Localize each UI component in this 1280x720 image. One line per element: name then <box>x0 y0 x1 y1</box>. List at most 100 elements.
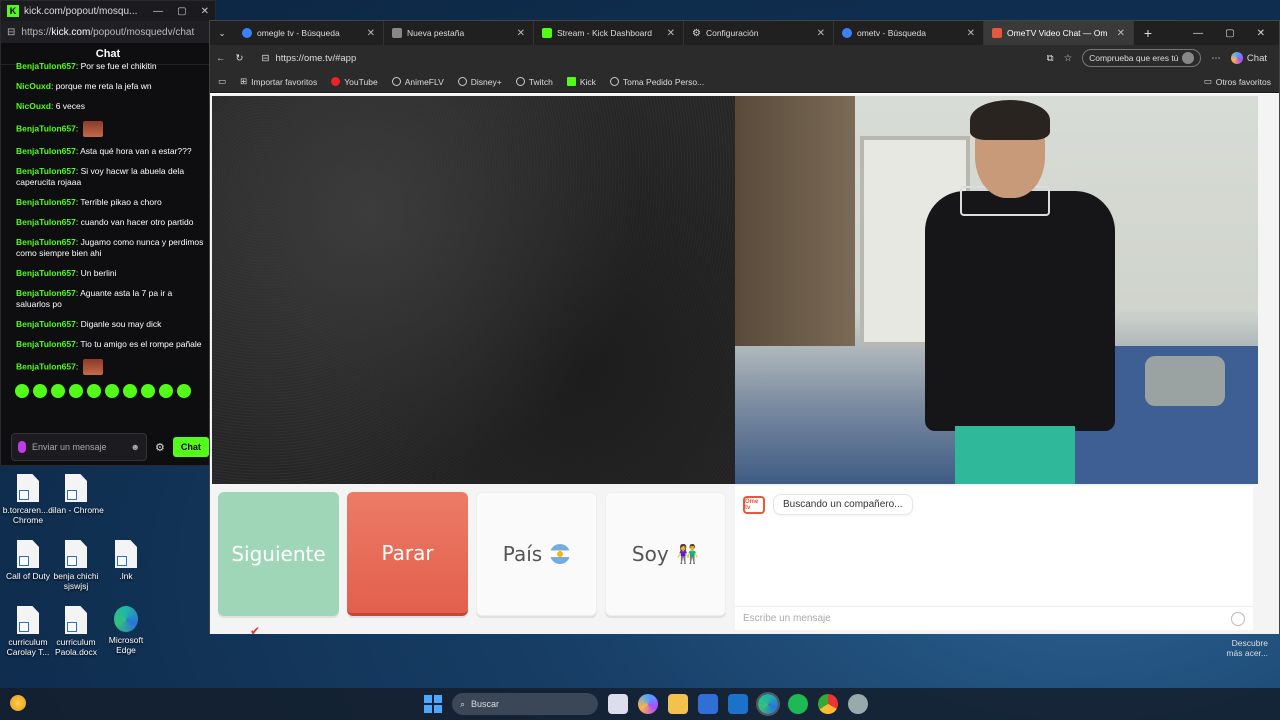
emote-icon[interactable] <box>141 384 155 398</box>
more-icon[interactable]: ⋯ <box>1211 53 1221 64</box>
edge-icon[interactable] <box>756 692 780 716</box>
weather-widget[interactable] <box>10 695 26 711</box>
close-icon[interactable]: ✕ <box>201 6 209 17</box>
stop-button[interactable]: Parar <box>347 492 468 616</box>
import-icon: ⊞ <box>240 76 248 86</box>
minimize-icon[interactable]: — <box>1193 28 1203 39</box>
site-info-icon[interactable]: ⊟ <box>261 53 269 64</box>
desktop-icon-lnk[interactable]: .lnk <box>98 540 154 581</box>
gear-icon[interactable]: ⚙ <box>155 441 165 454</box>
tab-kick-dashboard[interactable]: Stream - Kick Dashboard ✕ <box>534 21 684 45</box>
profile-button[interactable]: Comprueba que eres tú <box>1082 49 1202 67</box>
new-tab-icon[interactable]: + <box>1134 25 1162 41</box>
spotify-icon[interactable] <box>788 694 808 714</box>
emoji-icon[interactable]: ☻ <box>131 442 140 452</box>
close-tab-icon[interactable]: ✕ <box>517 28 525 39</box>
emote-icon <box>82 359 103 375</box>
other-favorites[interactable]: ▭ Otros favoritos <box>1204 76 1271 87</box>
close-tab-icon[interactable]: ✕ <box>367 28 375 39</box>
next-button[interactable]: Siguiente <box>218 492 339 616</box>
copilot-icon[interactable] <box>638 694 658 714</box>
tab-actions-icon[interactable]: ⌄ <box>210 28 234 39</box>
kick-chat-window: K kick.com/popout/mosqu... — ▢ ✕ ⊟ https… <box>0 0 216 466</box>
minimize-icon[interactable]: — <box>153 6 163 17</box>
kick-url: https://kick.com/popout/mosquedv/chat <box>21 26 195 38</box>
gender-button[interactable]: Soy 👫 <box>605 492 726 616</box>
taskbar-search[interactable]: ⌕ Buscar <box>452 693 598 715</box>
document-icon <box>65 474 87 502</box>
desktop-icon-benja[interactable]: benja chichi sjswjsj <box>48 540 104 591</box>
mic-icon[interactable] <box>18 441 26 453</box>
bookmark-kick[interactable]: Kick <box>566 77 596 87</box>
country-button[interactable]: País <box>476 492 597 616</box>
chrome-icon[interactable] <box>818 694 838 714</box>
tab-ometv-search[interactable]: ometv - Búsqueda ✕ <box>834 21 984 45</box>
maximize-icon[interactable]: ▢ <box>177 6 186 17</box>
bookmark-toma-pedido[interactable]: Toma Pedido Perso... <box>609 77 704 87</box>
reload-icon[interactable]: ↻ <box>236 53 244 64</box>
tab-new[interactable]: Nueva pestaña ✕ <box>384 21 534 45</box>
emote-icon[interactable] <box>87 384 101 398</box>
close-tab-icon[interactable]: ✕ <box>817 28 825 39</box>
emote-icon[interactable] <box>69 384 83 398</box>
page-icon <box>392 28 402 38</box>
chat-message: BenjaTulon657: Si voy hacwr la abuela de… <box>16 166 185 187</box>
edge-promo-text[interactable]: Descubre más acer... <box>1226 638 1268 658</box>
favorites-star-icon[interactable]: ☆ <box>1064 53 1073 64</box>
search-icon <box>242 28 252 38</box>
desktop-icon-edge[interactable]: Microsoft Edge <box>98 606 154 655</box>
task-view-icon[interactable] <box>608 694 628 714</box>
bookmark-disney[interactable]: Disney+ <box>457 77 502 87</box>
bookmark-twitch[interactable]: Twitch <box>515 77 553 87</box>
close-icon[interactable]: ✕ <box>1257 28 1265 39</box>
browser-window: ⌄ omegle tv - Búsqueda ✕ Nueva pestaña ✕ S… <box>209 20 1280 638</box>
close-tab-icon[interactable]: ✕ <box>667 28 675 39</box>
emote-icon[interactable] <box>51 384 65 398</box>
close-tab-icon[interactable]: ✕ <box>967 28 975 39</box>
partner-video-feed <box>735 96 1258 484</box>
file-explorer-icon[interactable] <box>668 694 688 714</box>
emoji-icon[interactable] <box>1231 611 1245 626</box>
desktop-icon-chrome-2[interactable]: dilan - Chrome <box>48 474 104 515</box>
emote-icon[interactable] <box>33 384 47 398</box>
document-icon <box>17 606 39 634</box>
emote-icon[interactable] <box>123 384 137 398</box>
bookmark-animeflv[interactable]: AnimeFLV <box>391 77 444 87</box>
desktop-icon-curriculum-paola[interactable]: curriculum Paola.docx <box>48 606 104 657</box>
tab-omegle-search[interactable]: omegle tv - Búsqueda ✕ <box>234 21 384 45</box>
chat-message: BenjaTulon657: <box>16 121 205 137</box>
windows-start-icon[interactable] <box>424 695 442 713</box>
emote-icon[interactable] <box>177 384 191 398</box>
collections-icon[interactable]: ▭ <box>218 76 226 87</box>
kick-titlebar: K kick.com/popout/mosqu... — ▢ ✕ <box>1 1 215 21</box>
chat-send-button[interactable]: Chat <box>172 437 209 457</box>
bookmark-youtube[interactable]: YouTube <box>331 77 378 87</box>
store-icon[interactable] <box>698 694 718 714</box>
chat-message: NicOuxd: porque me reta la jefa wn <box>16 81 152 91</box>
outlook-icon[interactable] <box>728 694 748 714</box>
emote-icon[interactable] <box>105 384 119 398</box>
maximize-icon[interactable]: ▢ <box>1225 28 1234 39</box>
emote-icon[interactable] <box>159 384 173 398</box>
tab-configuracion[interactable]: ⚙ Configuración ✕ <box>684 21 834 45</box>
tab-ometv-video-chat[interactable]: OmeTV Video Chat — Om ✕ <box>984 21 1134 45</box>
argentina-flag-icon <box>550 544 571 564</box>
folder-icon: ▭ <box>1203 76 1212 86</box>
taskbar: ⌕ Buscar <box>0 688 1280 720</box>
kick-icon <box>566 77 576 86</box>
kick-window-title: kick.com/popout/mosqu... <box>24 5 138 17</box>
copilot-chat-button[interactable]: Chat <box>1230 52 1267 64</box>
emote-quick-bar <box>1 384 215 398</box>
extensions-icon[interactable]: ⧉ <box>1047 53 1054 64</box>
close-tab-icon[interactable]: ✕ <box>1117 28 1125 39</box>
address-bar[interactable]: ⊟ https://ome.tv/#app <box>253 48 1036 68</box>
tab-strip: ⌄ omegle tv - Búsqueda ✕ Nueva pestaña ✕ S… <box>210 21 1279 45</box>
ometv-message-input[interactable]: Escribe un mensaje <box>735 606 1253 630</box>
emote-icon[interactable] <box>15 384 29 398</box>
back-icon[interactable]: ← <box>216 53 226 64</box>
own-video-feed <box>212 96 735 484</box>
settings-gear-icon[interactable] <box>848 694 868 714</box>
kick-url-bar[interactable]: ⊟ https://kick.com/popout/mosquedv/chat <box>1 21 215 43</box>
bookmark-import[interactable]: ⊞ Importar favoritos <box>240 76 317 87</box>
kick-message-input[interactable]: Enviar un mensaje ☻ <box>11 433 147 461</box>
